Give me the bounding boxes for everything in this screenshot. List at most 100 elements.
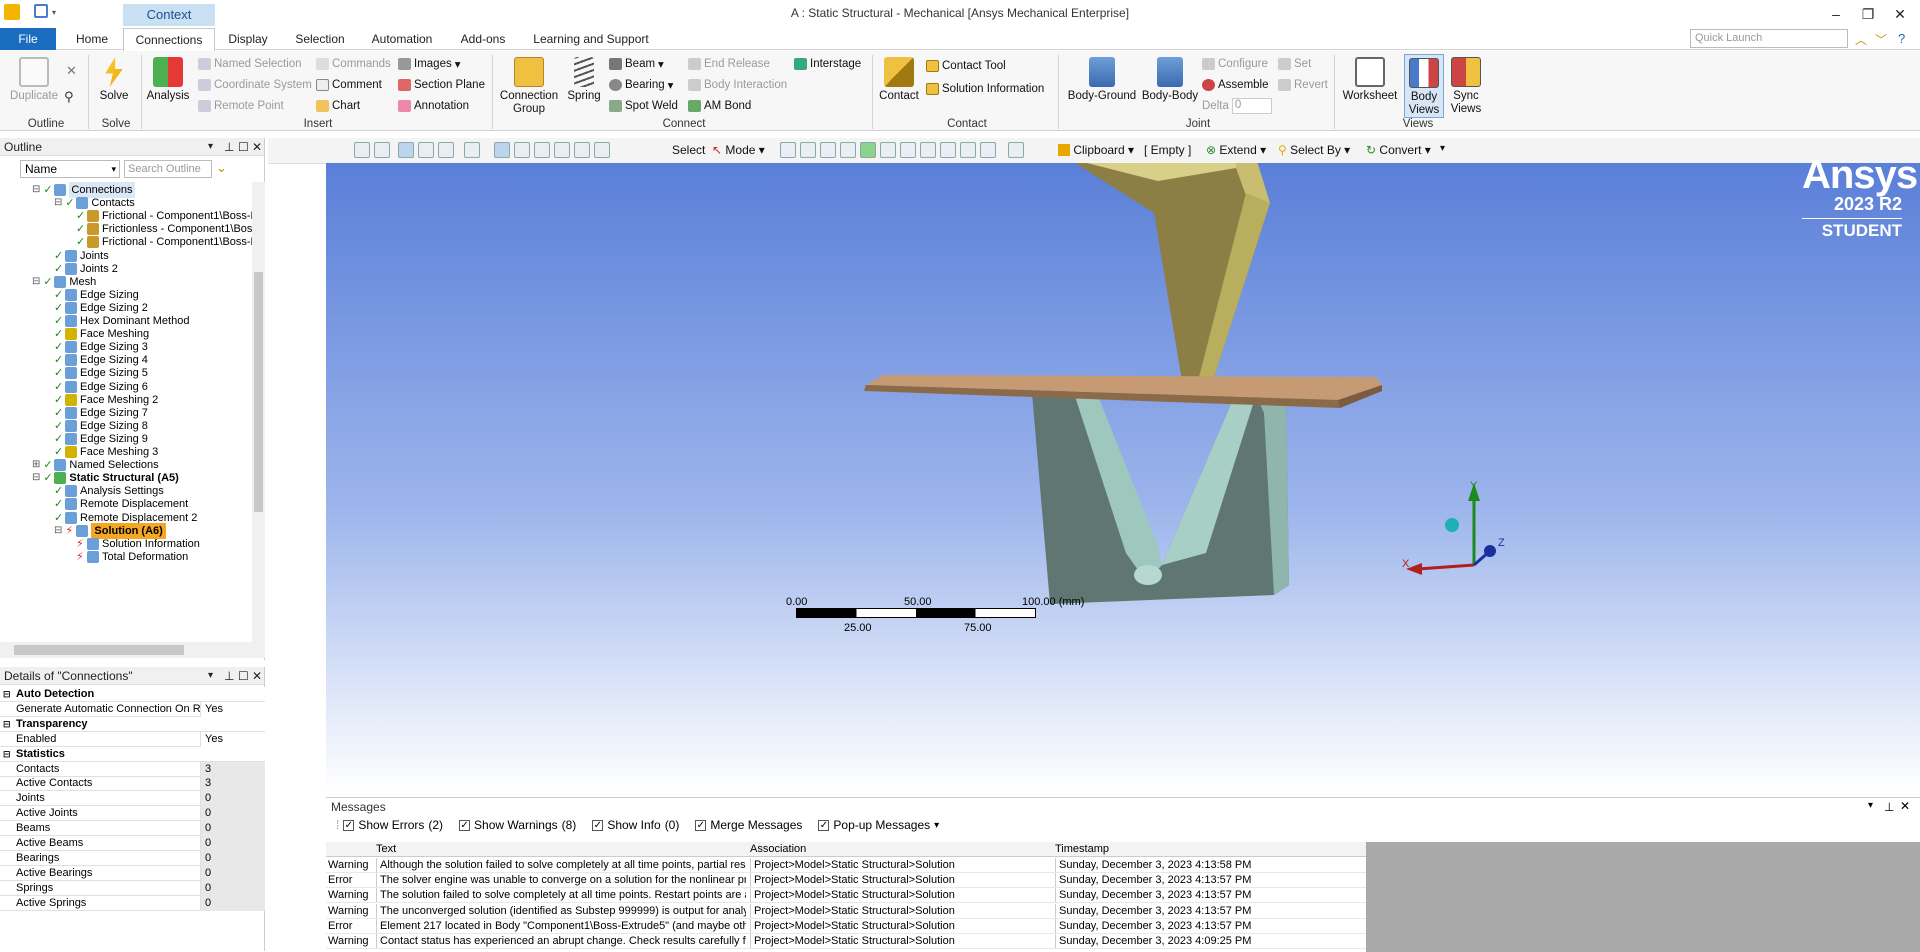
expand-icon[interactable]: ⊟: [3, 687, 11, 702]
property-value[interactable]: 0: [200, 865, 265, 881]
expand-icon[interactable]: ⊟: [3, 747, 11, 762]
clipboard-dropdown[interactable]: Clipboard ▾: [1058, 143, 1134, 157]
close-pane-icon[interactable]: ✕: [1900, 799, 1910, 813]
analysis-button[interactable]: Analysis: [146, 57, 190, 103]
property-value[interactable]: 3: [200, 761, 265, 777]
expand-icon[interactable]: ⊟: [54, 523, 62, 539]
zoom-fit-icon[interactable]: [534, 142, 550, 158]
sync-views-button[interactable]: Sync Views: [1448, 57, 1484, 116]
chevron-down-icon[interactable]: ﹀: [1875, 31, 1887, 48]
face-select-icon[interactable]: [820, 142, 836, 158]
images-button[interactable]: Images ▾: [398, 56, 461, 72]
tab-home[interactable]: Home: [66, 28, 118, 50]
delta-input[interactable]: 0: [1231, 98, 1272, 114]
bearing-button[interactable]: Bearing ▾: [609, 77, 673, 93]
col-timestamp-header[interactable]: Timestamp: [1055, 842, 1355, 857]
popup-messages-checkbox[interactable]: ✓ Pop-up Messages ▾: [818, 818, 939, 832]
minimize-icon[interactable]: –: [1824, 4, 1848, 24]
pane-menu-icon[interactable]: ▾: [1868, 800, 1873, 811]
details-section[interactable]: ⊟ Transparency: [0, 716, 265, 732]
end-release-button[interactable]: End Release: [688, 56, 770, 72]
select-button[interactable]: Select: [672, 143, 705, 157]
solution-information-button[interactable]: Solution Information: [926, 81, 1044, 97]
interstage-button[interactable]: Interstage: [794, 56, 861, 72]
iso-view-icon[interactable]: [398, 142, 414, 158]
connection-group-button[interactable]: Connection Group: [498, 57, 560, 116]
label-icon[interactable]: [940, 142, 956, 158]
named-selection-button[interactable]: Named Selection: [198, 56, 302, 72]
chart-tool-icon[interactable]: [980, 142, 996, 158]
details-row[interactable]: Active Contacts 3: [0, 776, 265, 792]
mode-dropdown[interactable]: ↖ Mode ▾: [712, 143, 765, 157]
chart-button[interactable]: Chart: [316, 98, 360, 114]
magnify-icon[interactable]: [554, 142, 570, 158]
comment-button[interactable]: Comment: [316, 77, 382, 93]
shaded-view-icon[interactable]: [418, 142, 434, 158]
details-section[interactable]: ⊟ Auto Detection: [0, 687, 265, 702]
property-value[interactable]: 0: [200, 850, 265, 866]
expand-icon[interactable]: ⊟: [3, 717, 11, 732]
details-row[interactable]: Active Beams 0: [0, 836, 265, 851]
pin-icon[interactable]: ⊥: [224, 667, 234, 685]
zoom-out-icon[interactable]: [374, 142, 390, 158]
worksheet-button[interactable]: Worksheet: [1340, 57, 1400, 103]
beam-button[interactable]: Beam ▾: [609, 56, 664, 72]
pane-menu-icon[interactable]: ▾: [208, 138, 213, 156]
spring-button[interactable]: Spring: [566, 57, 602, 103]
details-row[interactable]: Beams 0: [0, 821, 265, 837]
graph-icon[interactable]: [1008, 142, 1024, 158]
edge-select-icon[interactable]: [800, 142, 816, 158]
details-row[interactable]: Enabled Yes: [0, 731, 265, 747]
coordinate-system-button[interactable]: Coordinate System: [198, 77, 312, 93]
graphics-viewport[interactable]: Ansys 2023 R2 STUDENT 0.00 50.00 100.00 …: [326, 153, 1920, 791]
wireframe-icon[interactable]: [438, 142, 454, 158]
name-filter-select[interactable]: Name ▾: [20, 160, 120, 178]
previous-view-icon[interactable]: [574, 142, 590, 158]
restore-icon[interactable]: ❐: [1856, 4, 1880, 24]
expand-icon[interactable]: ⊟: [32, 470, 40, 486]
contact-tool-button[interactable]: Contact Tool: [926, 58, 1006, 74]
expand-icon[interactable]: ⊟: [54, 195, 62, 211]
col-association-header[interactable]: Association: [750, 842, 1050, 857]
details-row[interactable]: Active Springs 0: [0, 895, 265, 911]
pane-menu-icon[interactable]: ▾: [208, 667, 213, 685]
help-icon[interactable]: ?: [1898, 31, 1905, 46]
annotation-button[interactable]: Annotation: [398, 98, 469, 114]
property-value[interactable]: 0: [200, 895, 265, 911]
property-value[interactable]: 0: [200, 821, 265, 837]
spot-weld-button[interactable]: Spot Weld: [609, 98, 678, 114]
tab-automation[interactable]: Automation: [363, 28, 441, 50]
message-row[interactable]: Error The solver engine was unable to con…: [326, 873, 1366, 889]
tree-hscrollbar[interactable]: [0, 642, 265, 658]
details-row[interactable]: Active Joints 0: [0, 806, 265, 822]
tab-connections[interactable]: Connections: [123, 28, 215, 51]
property-value[interactable]: Yes: [200, 731, 265, 747]
body-interaction-button[interactable]: Body Interaction: [688, 77, 787, 93]
tree-scrollbar[interactable]: [252, 182, 265, 642]
contact-button[interactable]: Contact: [878, 57, 920, 103]
details-row[interactable]: Generate Automatic Connection On Refresh…: [0, 701, 265, 717]
details-row[interactable]: Bearings 0: [0, 850, 265, 866]
section-plane-button[interactable]: Section Plane: [398, 77, 485, 93]
tab-learning-and-support[interactable]: Learning and Support: [528, 28, 654, 50]
element-select-icon[interactable]: [900, 142, 916, 158]
property-value[interactable]: 3: [200, 776, 265, 792]
body-select-icon[interactable]: [840, 142, 856, 158]
configure-button[interactable]: Configure: [1202, 56, 1268, 72]
convert-dropdown[interactable]: ↻ Convert ▾: [1366, 143, 1431, 157]
pin-icon[interactable]: ⊥: [224, 138, 234, 156]
select-by-dropdown[interactable]: ⚲ Select By ▾: [1278, 143, 1350, 157]
pan-icon[interactable]: [494, 142, 510, 158]
message-row[interactable]: Warning Contact status has experienced an…: [326, 934, 1366, 949]
show-errors-checkbox[interactable]: ✓ Show Errors (2): [343, 818, 443, 832]
message-row[interactable]: Warning The solution failed to solve comp…: [326, 888, 1366, 904]
assemble-button[interactable]: Assemble: [1202, 77, 1269, 93]
am-bond-button[interactable]: AM Bond: [688, 98, 751, 114]
details-section[interactable]: ⊟ Statistics: [0, 746, 265, 762]
tab-selection[interactable]: Selection: [285, 28, 355, 50]
commands-button[interactable]: Commands: [316, 56, 391, 72]
vertex-select-icon[interactable]: [780, 142, 796, 158]
pin-icon[interactable]: ⊥: [1884, 800, 1894, 814]
zoom-in-icon[interactable]: [354, 142, 370, 158]
duplicate-button[interactable]: Duplicate: [8, 57, 60, 103]
